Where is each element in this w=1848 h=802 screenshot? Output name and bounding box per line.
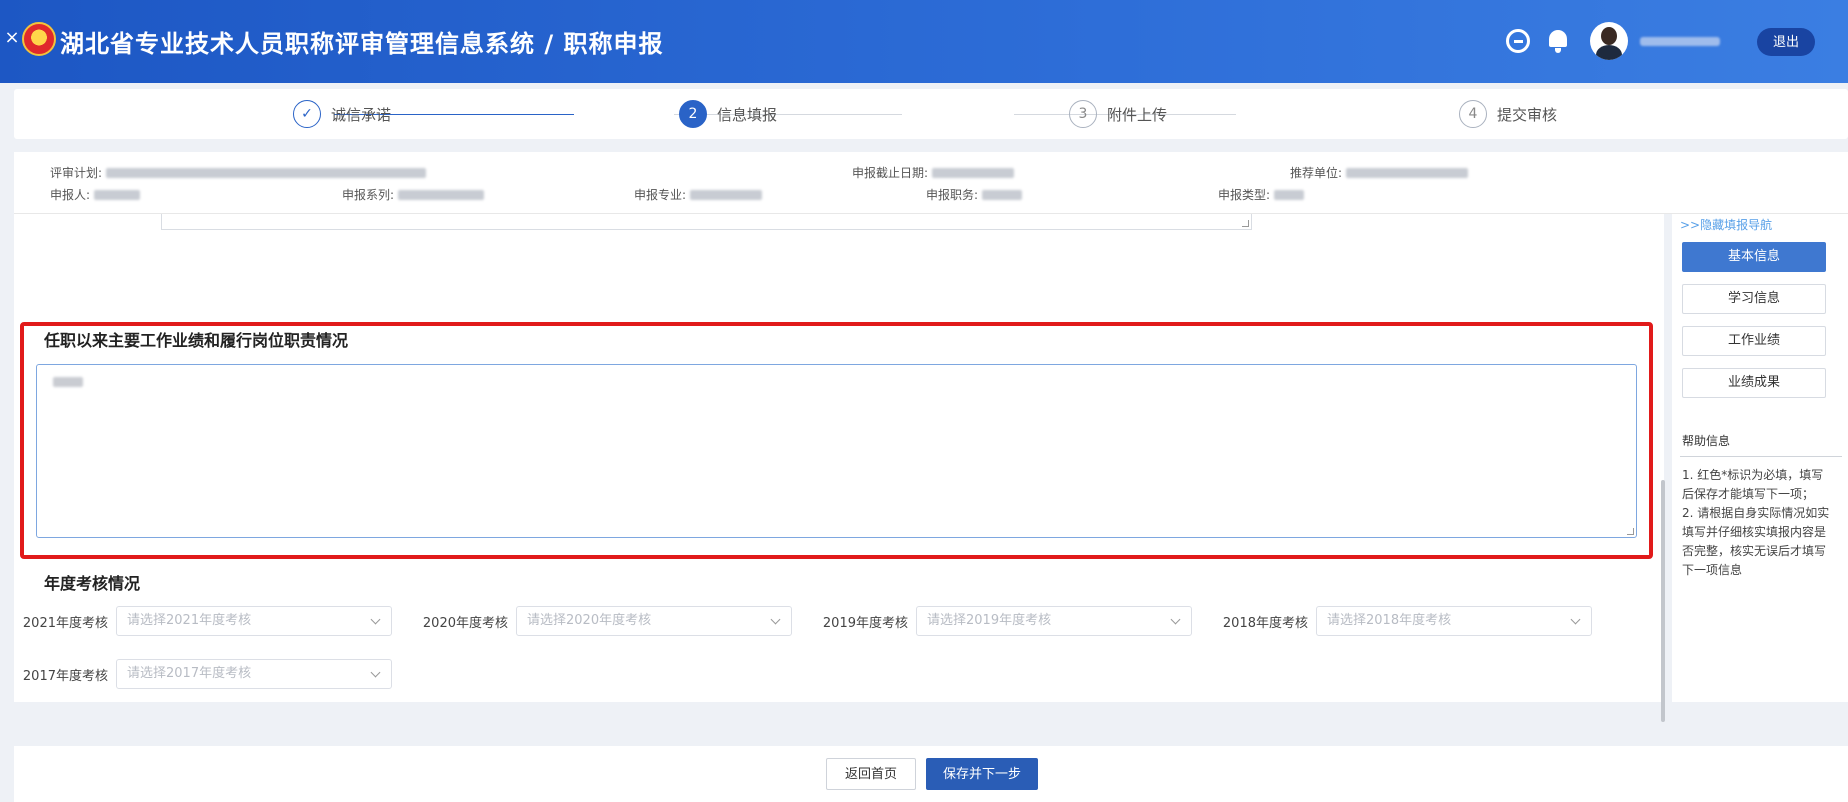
redacted-value	[94, 189, 141, 200]
redacted-value	[106, 167, 427, 178]
section-title: 任职以来主要工作业绩和履行岗位职责情况	[44, 331, 349, 350]
step-label: 信息填报	[717, 105, 778, 124]
help-title: 帮助信息	[1682, 434, 1731, 448]
info-plan: 评审计划:	[50, 164, 427, 181]
info-type: 申报类型:	[1218, 186, 1305, 203]
step-number: 4	[1459, 100, 1487, 128]
select-label: 2019年度考核	[822, 615, 908, 631]
redacted-value	[982, 189, 1023, 200]
fill-navigation: >>隐藏填报导航 基本信息 学习信息 工作业绩 业绩成果 帮助信息 1. 红色*…	[1672, 214, 1848, 702]
select-2017[interactable]: 请选择2017年度考核	[116, 659, 392, 689]
info-deadline: 申报截止日期:	[852, 164, 1015, 181]
step-number: 3	[1069, 100, 1097, 128]
nav-achievements[interactable]: 业绩成果	[1682, 368, 1826, 398]
step-label: 附件上传	[1107, 105, 1168, 124]
resize-grip-icon[interactable]	[1627, 528, 1634, 535]
annual-review-2017: 2017年度考核 请选择2017年度考核	[14, 659, 392, 689]
select-2018[interactable]: 请选择2018年度考核	[1316, 606, 1592, 636]
bell-icon[interactable]	[1546, 29, 1570, 53]
select-2021[interactable]: 请选择2021年度考核	[116, 606, 392, 636]
step-number: 2	[679, 100, 707, 128]
help-item: 1. 红色*标识为必填，填写后保存才能填写下一项；	[1682, 468, 1824, 501]
work-performance-textarea[interactable]	[36, 364, 1637, 538]
info-series: 申报系列:	[342, 186, 485, 203]
info-label: 申报类型:	[1218, 188, 1271, 202]
redacted-value	[398, 189, 485, 200]
select-label: 2017年度考核	[22, 668, 108, 684]
annual-review-title: 年度考核情况	[44, 574, 141, 593]
info-label: 申报职务:	[926, 188, 979, 202]
info-position: 申报职务:	[926, 186, 1023, 203]
resize-grip-icon[interactable]	[1242, 220, 1249, 227]
select-placeholder: 请选择2019年度考核	[927, 613, 1052, 628]
redacted-value	[690, 189, 763, 200]
scrollbar[interactable]	[1661, 480, 1665, 722]
annual-review-2019: 2019年度考核 请选择2019年度考核	[814, 606, 1192, 636]
previous-textarea[interactable]	[161, 214, 1252, 230]
select-label: 2020年度考核	[422, 615, 508, 631]
hide-nav-link[interactable]: >>隐藏填报导航	[1680, 216, 1772, 233]
chevron-down-icon	[370, 614, 381, 625]
chevron-down-icon	[370, 667, 381, 678]
close-icon[interactable]: ×	[2, 28, 22, 48]
select-placeholder: 请选择2021年度考核	[127, 613, 252, 628]
nav-work-performance[interactable]: 工作业绩	[1682, 326, 1826, 356]
info-recommender: 推荐单位:	[1290, 164, 1469, 181]
footer-actions: 返回首页 保存并下一步	[14, 746, 1848, 802]
redacted-value	[1346, 167, 1469, 178]
chevron-down-icon	[1570, 614, 1581, 625]
select-label: 2018年度考核	[1222, 615, 1308, 631]
info-label: 申报截止日期:	[852, 166, 929, 180]
check-icon: ✓	[293, 100, 321, 128]
help-text: 1. 红色*标识为必填，填写后保存才能填写下一项； 2. 请根据自身实际情况如实…	[1682, 466, 1834, 580]
progress-steps: ✓ 诚信承诺 2 信息填报 3 附件上传 4 提交审核	[14, 89, 1848, 139]
avatar[interactable]	[1590, 22, 1628, 60]
annual-review-2018: 2018年度考核 请选择2018年度考核	[1214, 606, 1592, 636]
step-commitment[interactable]: ✓ 诚信承诺	[293, 99, 391, 129]
chevron-down-icon	[770, 614, 781, 625]
emblem-logo	[22, 22, 56, 56]
app-header: × 湖北省专业技术人员职称评审管理信息系统 / 职称申报 退出	[0, 0, 1848, 83]
annual-review-2021: 2021年度考核 请选择2021年度考核	[14, 606, 392, 636]
save-next-button[interactable]: 保存并下一步	[926, 758, 1038, 790]
page-title: 湖北省专业技术人员职称评审管理信息系统 / 职称申报	[60, 30, 664, 58]
logout-button[interactable]: 退出	[1757, 28, 1815, 56]
step-attachment-upload[interactable]: 3 附件上传	[1069, 99, 1167, 129]
form-area: 任职以来主要工作业绩和履行岗位职责情况 年度考核情况 2021年度考核 请选择2…	[14, 214, 1664, 702]
step-submit-review[interactable]: 4 提交审核	[1459, 99, 1557, 129]
select-2019[interactable]: 请选择2019年度考核	[916, 606, 1192, 636]
divider	[1680, 456, 1842, 457]
select-label: 2021年度考核	[22, 615, 108, 631]
step-label: 提交审核	[1497, 105, 1558, 124]
select-placeholder: 请选择2018年度考核	[1327, 613, 1452, 628]
annual-review-2020: 2020年度考核 请选择2020年度考核	[414, 606, 792, 636]
nav-basic-info[interactable]: 基本信息	[1682, 242, 1826, 272]
redacted-text	[53, 377, 83, 387]
step-label: 诚信承诺	[331, 105, 392, 124]
info-applicant: 申报人:	[50, 186, 141, 203]
info-label: 申报专业:	[634, 188, 687, 202]
nav-study-info[interactable]: 学习信息	[1682, 284, 1826, 314]
info-specialty: 申报专业:	[634, 186, 763, 203]
info-label: 推荐单位:	[1290, 166, 1343, 180]
back-home-button[interactable]: 返回首页	[826, 758, 916, 790]
redacted-value	[1274, 189, 1305, 200]
select-placeholder: 请选择2017年度考核	[127, 666, 252, 681]
info-label: 申报系列:	[342, 188, 395, 202]
chevron-down-icon	[1170, 614, 1181, 625]
info-label: 评审计划:	[50, 166, 103, 180]
help-item: 2. 请根据自身实际情况如实填写并仔细核实填报内容是否完整，核实无误后才填写下一…	[1682, 506, 1830, 577]
search-icon[interactable]	[1506, 29, 1530, 53]
info-label: 申报人:	[50, 188, 91, 202]
application-info: 评审计划: 申报截止日期: 推荐单位: 申报人: 申报系列: 申报专业: 申报职…	[14, 152, 1848, 214]
redacted-value	[932, 167, 1015, 178]
select-placeholder: 请选择2020年度考核	[527, 613, 652, 628]
username-redacted	[1640, 37, 1720, 46]
select-2020[interactable]: 请选择2020年度考核	[516, 606, 792, 636]
step-info-fill[interactable]: 2 信息填报	[679, 99, 777, 129]
